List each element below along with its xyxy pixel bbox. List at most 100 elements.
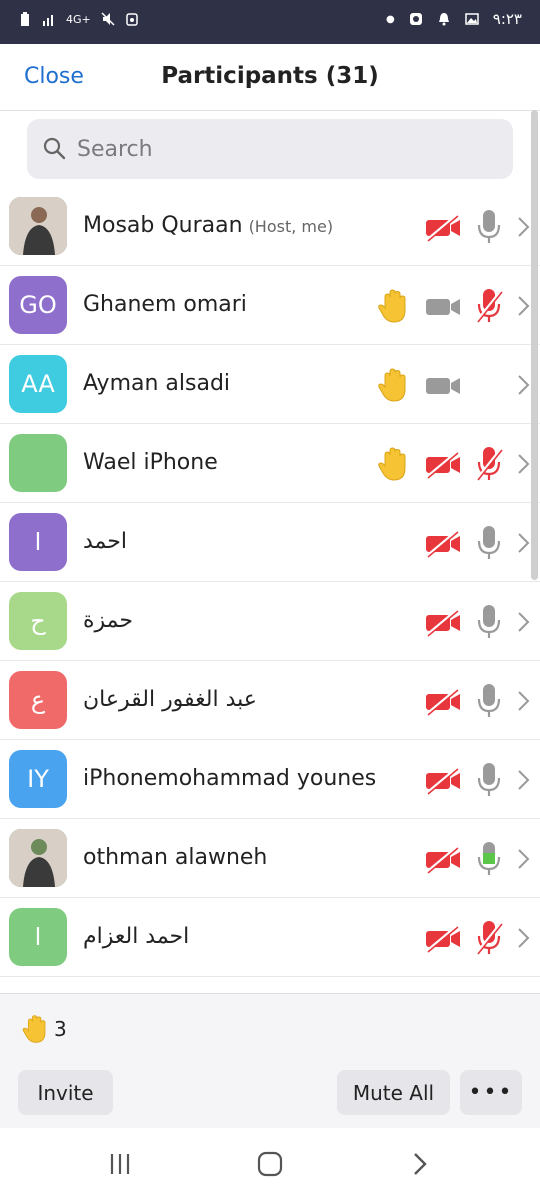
footer: 3 Invite Mute All ••• bbox=[0, 993, 540, 1128]
participant-row[interactable]: ع عبد الغفور القرعان bbox=[0, 661, 540, 740]
participant-row[interactable]: ا احمد bbox=[0, 503, 540, 582]
avatar-photo bbox=[9, 197, 67, 255]
avatar: ا bbox=[9, 513, 67, 571]
network-type-label: 4G+ bbox=[66, 12, 91, 26]
avatar-initials: ا bbox=[34, 528, 42, 556]
participant-row[interactable]: othman alawneh bbox=[0, 819, 540, 898]
avatar: IY bbox=[9, 750, 67, 808]
recent-apps-icon[interactable] bbox=[105, 1150, 135, 1178]
video-off-icon bbox=[426, 608, 460, 637]
video-off-icon bbox=[426, 687, 460, 716]
participant-name: othman alawneh bbox=[83, 845, 267, 870]
chevron-right-icon[interactable] bbox=[516, 926, 532, 950]
participant-row[interactable]: ا احمد العزام bbox=[0, 898, 540, 977]
participant-name-text: iPhonemohammad younes bbox=[83, 766, 377, 791]
raised-hands-count: 3 bbox=[54, 1017, 67, 1041]
signal-icon bbox=[43, 15, 53, 26]
avatar-initials: ا bbox=[34, 923, 42, 951]
participant-row[interactable]: AA Ayman alsadi bbox=[0, 345, 540, 424]
status-right: ● ٩:٢٣ bbox=[386, 10, 522, 28]
participant-name-text: othman alawneh bbox=[83, 845, 268, 870]
avatar-initials: ع bbox=[30, 686, 46, 714]
app-notification-icon bbox=[126, 13, 138, 26]
more-options-button[interactable]: ••• bbox=[460, 1070, 522, 1115]
system-nav-bar bbox=[0, 1128, 540, 1200]
participant-name: Mosab Quraan (Host, me) bbox=[83, 213, 333, 238]
back-icon[interactable] bbox=[405, 1150, 435, 1178]
dot-icon: ● bbox=[386, 13, 395, 25]
clock: ٩:٢٣ bbox=[492, 10, 522, 28]
participant-row[interactable]: ح حمزة bbox=[0, 582, 540, 661]
chevron-right-icon[interactable] bbox=[516, 847, 532, 871]
avatar-photo bbox=[9, 829, 67, 887]
invite-button[interactable]: Invite bbox=[18, 1070, 113, 1115]
chevron-right-icon[interactable] bbox=[516, 689, 532, 713]
participant-name: احمد العزام bbox=[83, 924, 189, 949]
video-off-icon bbox=[426, 924, 460, 953]
participant-name-text: Ghanem omari bbox=[83, 292, 247, 317]
avatar: ح bbox=[9, 592, 67, 650]
participant-row[interactable]: GO Ghanem omari bbox=[0, 266, 540, 345]
participant-name: حمزة bbox=[83, 608, 133, 633]
bell-icon bbox=[438, 13, 449, 26]
participant-name: Ayman alsadi bbox=[83, 371, 230, 396]
scrollbar[interactable] bbox=[531, 110, 538, 580]
participant-name-text: عبد الغفور القرعان bbox=[83, 687, 257, 712]
avatar: ع bbox=[9, 671, 67, 729]
chevron-right-icon[interactable] bbox=[516, 768, 532, 792]
video-off-icon bbox=[426, 213, 460, 242]
mic-muted-icon bbox=[475, 289, 503, 323]
chevron-right-icon[interactable] bbox=[516, 294, 532, 318]
participant-row[interactable]: IY iPhonemohammad younes bbox=[0, 740, 540, 819]
participant-name-text: احمد bbox=[83, 529, 127, 554]
chevron-right-icon[interactable] bbox=[516, 452, 532, 476]
participant-name-text: Mosab Quraan bbox=[83, 213, 243, 238]
search-icon bbox=[43, 137, 66, 160]
raised-hand-icon bbox=[378, 289, 406, 323]
chevron-right-icon[interactable] bbox=[516, 531, 532, 555]
mic-icon bbox=[477, 605, 501, 638]
avatar: ا bbox=[9, 908, 67, 966]
mic-icon bbox=[477, 210, 501, 243]
page-title: Participants (31) bbox=[161, 63, 379, 89]
chevron-right-icon[interactable] bbox=[516, 610, 532, 634]
avatar-initials: IY bbox=[27, 765, 49, 793]
participant-name-text: احمد العزام bbox=[83, 924, 190, 949]
raised-hand-icon bbox=[378, 368, 406, 402]
mic-icon bbox=[477, 526, 501, 559]
home-icon[interactable] bbox=[255, 1150, 285, 1178]
chevron-right-icon[interactable] bbox=[516, 373, 532, 397]
video-off-icon bbox=[426, 529, 460, 558]
status-left: 4G+ bbox=[18, 11, 139, 27]
video-off-icon bbox=[426, 845, 460, 874]
avatar-initials: GO bbox=[19, 291, 57, 319]
header: Close Participants (31) bbox=[0, 44, 540, 111]
mic-muted-icon bbox=[475, 921, 503, 955]
search-bar[interactable] bbox=[27, 119, 513, 179]
mute-all-button[interactable]: Mute All bbox=[337, 1070, 450, 1115]
participant-name-text: حمزة bbox=[83, 608, 133, 633]
mic-talking-icon bbox=[477, 842, 501, 875]
raised-hand-icon bbox=[378, 447, 406, 481]
app-icon bbox=[409, 13, 422, 25]
raised-hands-summary: 3 bbox=[20, 1014, 67, 1044]
participant-name-text: Ayman alsadi bbox=[83, 371, 231, 396]
avatar: AA bbox=[9, 355, 67, 413]
participant-list[interactable]: Mosab Quraan (Host, me) GO Ghanem omari AA Ay… bbox=[0, 187, 540, 993]
participant-row[interactable]: Wael iPhone bbox=[0, 424, 540, 503]
participant-name: احمد bbox=[83, 529, 127, 554]
chevron-right-icon[interactable] bbox=[516, 215, 532, 239]
participant-name: iPhonemohammad younes bbox=[83, 766, 376, 791]
search-input[interactable] bbox=[77, 119, 497, 179]
status-bar: 4G+ ● ٩:٢٣ bbox=[0, 0, 540, 44]
participant-row[interactable]: Mosab Quraan (Host, me) bbox=[0, 187, 540, 266]
avatar-initials: ح bbox=[30, 607, 46, 635]
mic-icon bbox=[477, 763, 501, 796]
avatar: GO bbox=[9, 276, 67, 334]
avatar-initials: AA bbox=[21, 370, 55, 398]
participant-name: Wael iPhone bbox=[83, 450, 218, 475]
mute-notifications-icon bbox=[101, 12, 115, 26]
video-icon bbox=[426, 299, 460, 315]
mic-icon bbox=[477, 684, 501, 717]
participant-name: عبد الغفور القرعان bbox=[83, 687, 257, 712]
